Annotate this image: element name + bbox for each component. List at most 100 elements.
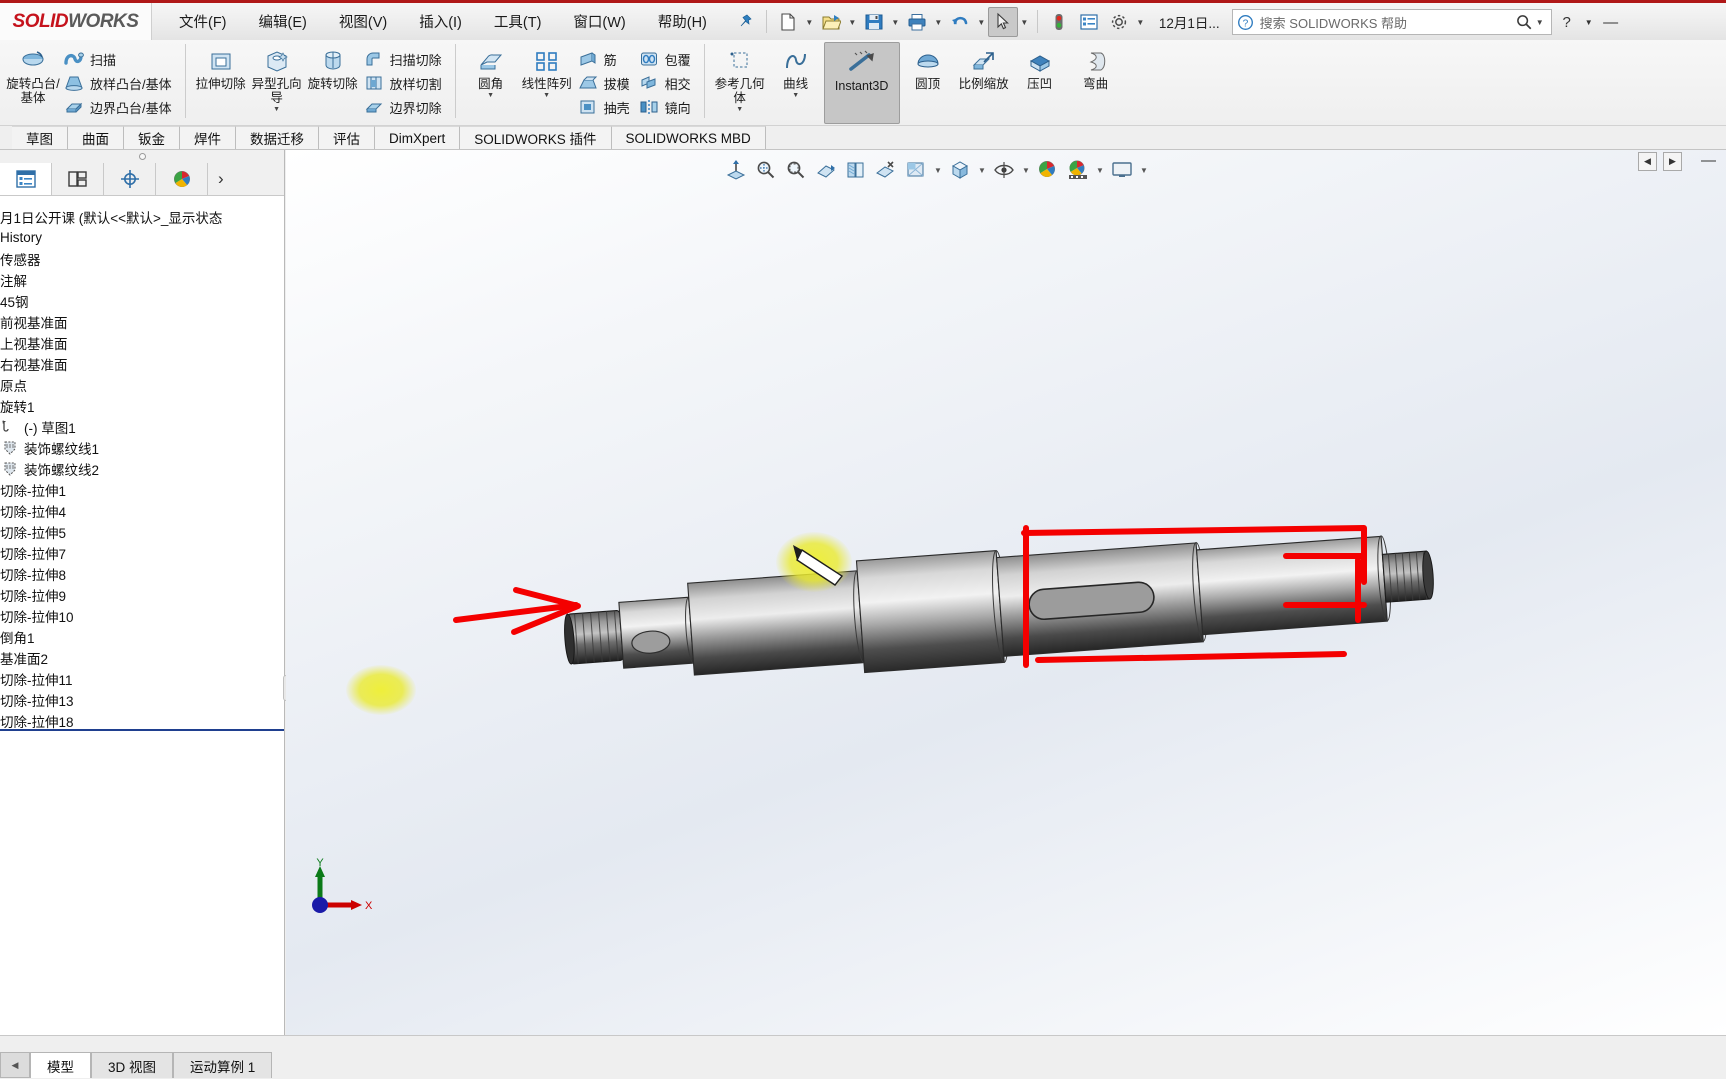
ribbon-lofted-cut-button[interactable]: 放样切割 xyxy=(361,71,448,95)
help-button[interactable]: ? xyxy=(1556,7,1578,37)
tab-dimxpert[interactable]: DimXpert xyxy=(375,126,461,149)
tree-item-sketch1[interactable]: (-) 草图1 xyxy=(0,416,284,437)
ribbon-reference-geometry-caret-icon[interactable]: ▼ xyxy=(736,106,743,113)
tab-model[interactable]: 模型 xyxy=(30,1052,91,1078)
ribbon-flex-button[interactable]: 弯曲 xyxy=(1068,42,1124,92)
options-list-button[interactable] xyxy=(1074,7,1104,37)
pushpin-icon[interactable] xyxy=(730,3,760,40)
ribbon-mirror-button[interactable]: 镜向 xyxy=(636,95,697,119)
new-document-button[interactable] xyxy=(773,7,803,37)
help-search-caret-icon[interactable]: ▼ xyxy=(1533,18,1547,27)
ribbon-wrap-button[interactable]: 包覆 xyxy=(636,47,697,71)
panel-grip[interactable] xyxy=(0,150,284,163)
tab-weldments[interactable]: 焊件 xyxy=(180,126,236,149)
save-button[interactable] xyxy=(859,7,889,37)
ribbon-boundary-boss-button[interactable]: 边界凸台/基体 xyxy=(61,95,178,119)
ribbon-loft-boss-button[interactable]: 放样凸台/基体 xyxy=(61,71,178,95)
help-search-box[interactable]: ? 搜索 SOLIDWORKS 帮助 ▼ xyxy=(1231,9,1552,35)
feature-manager-tab[interactable] xyxy=(0,163,52,195)
tab-surfaces[interactable]: 曲面 xyxy=(68,126,124,149)
ribbon-revolve-boss-button[interactable]: 旋转凸台/基体 xyxy=(5,42,61,106)
tree-item-cut-extrude5[interactable]: 切除-拉伸5 xyxy=(0,521,284,542)
print-caret-icon[interactable]: ▼ xyxy=(932,7,945,37)
ribbon-extruded-cut-button[interactable]: 拉伸切除 xyxy=(193,42,249,92)
tab-solidworks-addins[interactable]: SOLIDWORKS 插件 xyxy=(460,126,612,149)
tab-motion-study[interactable]: 运动算例 1 xyxy=(173,1052,273,1078)
open-document-caret-icon[interactable]: ▼ xyxy=(846,7,859,37)
property-manager-tab[interactable] xyxy=(52,163,104,195)
menu-item-insert[interactable]: 插入(I) xyxy=(416,8,465,35)
tree-item-cut-extrude13[interactable]: 切除-拉伸13 xyxy=(0,689,284,710)
select-caret-icon[interactable]: ▼ xyxy=(1018,7,1031,37)
save-caret-icon[interactable]: ▼ xyxy=(889,7,902,37)
panel-expand-arrow[interactable]: › xyxy=(208,163,284,195)
tree-item-plane2[interactable]: 基准面2 xyxy=(0,647,284,668)
ribbon-hole-wizard-caret-icon[interactable]: ▼ xyxy=(273,106,280,113)
tree-item-right-plane[interactable]: 右视基准面 xyxy=(0,353,284,374)
menu-item-tools[interactable]: 工具(T) xyxy=(491,8,545,35)
select-button[interactable] xyxy=(987,7,1018,37)
tree-item-cut-extrude1[interactable]: 切除-拉伸1 xyxy=(0,479,284,500)
open-document-button[interactable] xyxy=(816,7,846,37)
tree-item-cut-extrude8[interactable]: 切除-拉伸8 xyxy=(0,563,284,584)
tree-item-top-plane[interactable]: 上视基准面 xyxy=(0,332,284,353)
ribbon-linear-pattern-button[interactable]: 线性阵列 ▼ xyxy=(519,42,575,100)
tab-evaluate[interactable]: 评估 xyxy=(319,126,375,149)
ribbon-rib-button[interactable]: 筋 xyxy=(575,47,636,71)
ribbon-reference-geometry-button[interactable]: 参考几何体 ▼ xyxy=(712,42,768,114)
tree-item-cut-extrude7[interactable]: 切除-拉伸7 xyxy=(0,542,284,563)
ribbon-indent-button[interactable]: 压凹 xyxy=(1012,42,1068,92)
tree-item-material[interactable]: 45钢 xyxy=(0,290,284,311)
settings-caret-icon[interactable]: ▼ xyxy=(1134,7,1147,37)
tab-3d-views[interactable]: 3D 视图 xyxy=(91,1052,174,1078)
tree-item-cut-extrude4[interactable]: 切除-拉伸4 xyxy=(0,500,284,521)
settings-button[interactable] xyxy=(1104,7,1134,37)
ribbon-dome-button[interactable]: 圆顶 xyxy=(900,42,956,92)
tree-item-cut-extrude10[interactable]: 切除-拉伸10 xyxy=(0,605,284,626)
ribbon-boundary-cut-button[interactable]: 边界切除 xyxy=(361,95,448,119)
minimize-button[interactable]: — xyxy=(1600,7,1622,37)
tab-solidworks-mbd[interactable]: SOLIDWORKS MBD xyxy=(611,126,766,149)
tree-item-cosmetic-thread1[interactable]: 装饰螺纹线1 xyxy=(0,437,284,458)
tree-item-cut-extrude11[interactable]: 切除-拉伸11 xyxy=(0,668,284,689)
tree-item-sensors[interactable]: 传感器 xyxy=(0,248,284,269)
new-document-caret-icon[interactable]: ▼ xyxy=(803,7,816,37)
print-button[interactable] xyxy=(902,7,932,37)
ribbon-sweep-button[interactable]: 扫描 xyxy=(61,47,178,71)
tree-item-part-root[interactable]: 月1日公开课 (默认<<默认>_显示状态 xyxy=(0,206,284,227)
tree-item-cut-extrude18[interactable]: 切除-拉伸18 xyxy=(0,710,284,731)
rebuild-button[interactable] xyxy=(1044,7,1074,37)
undo-button[interactable] xyxy=(945,7,975,37)
menu-item-view[interactable]: 视图(V) xyxy=(336,8,390,35)
rollback-bar[interactable] xyxy=(0,729,284,731)
tree-item-revolve1[interactable]: 旋转1 xyxy=(0,395,284,416)
ribbon-draft-button[interactable]: 拔模 xyxy=(575,71,636,95)
document-tabs-nav-button[interactable]: ◀ xyxy=(0,1052,30,1078)
tab-sheet-metal[interactable]: 钣金 xyxy=(124,126,180,149)
configuration-manager-tab[interactable] xyxy=(104,163,156,195)
undo-caret-icon[interactable]: ▼ xyxy=(975,7,988,37)
menu-item-file[interactable]: 文件(F) xyxy=(176,8,230,35)
tree-item-annotations[interactable]: 注解 xyxy=(0,269,284,290)
tree-item-origin[interactable]: 原点 xyxy=(0,374,284,395)
tree-item-cosmetic-thread2[interactable]: 装饰螺纹线2 xyxy=(0,458,284,479)
graphics-area[interactable]: ▼ ▼ ▼ ▼ ▼ ◀ ▶ — Y X xyxy=(286,150,1726,1035)
ribbon-hole-wizard-button[interactable]: 异型孔向导 ▼ xyxy=(249,42,305,114)
menu-item-edit[interactable]: 编辑(E) xyxy=(256,8,310,35)
ribbon-curves-button[interactable]: 曲线 ▼ xyxy=(768,42,824,100)
ribbon-fillet-button[interactable]: 圆角 ▼ xyxy=(463,42,519,100)
tree-item-front-plane[interactable]: 前视基准面 xyxy=(0,311,284,332)
ribbon-fillet-caret-icon[interactable]: ▼ xyxy=(487,92,494,99)
ribbon-intersect-button[interactable]: 相交 xyxy=(636,71,697,95)
tab-sketch[interactable]: 草图 xyxy=(12,126,68,149)
ribbon-swept-cut-button[interactable]: 扫描切除 xyxy=(361,47,448,71)
tab-data-migration[interactable]: 数据迁移 xyxy=(236,126,319,149)
ribbon-shell-button[interactable]: 抽壳 xyxy=(575,95,636,119)
display-manager-tab[interactable] xyxy=(156,163,208,195)
ribbon-instant3d-button[interactable]: Instant3D xyxy=(823,42,900,124)
tree-item-chamfer1[interactable]: 倒角1 xyxy=(0,626,284,647)
ribbon-curves-caret-icon[interactable]: ▼ xyxy=(792,92,799,99)
ribbon-scale-button[interactable]: 比例缩放 xyxy=(956,42,1012,92)
tree-item-cut-extrude9[interactable]: 切除-拉伸9 xyxy=(0,584,284,605)
menu-item-help[interactable]: 帮助(H) xyxy=(655,8,710,35)
